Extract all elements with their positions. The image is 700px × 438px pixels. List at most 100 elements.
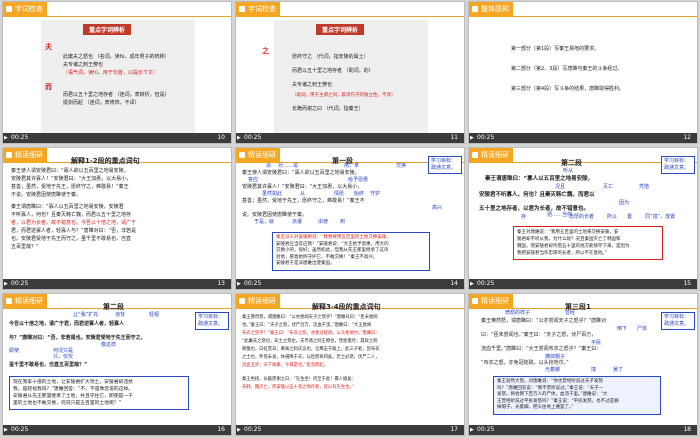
section-tab: 整体感知 bbox=[469, 2, 513, 17]
slide-duration: 00:25 bbox=[470, 279, 494, 289]
slide-number: 15 bbox=[683, 280, 691, 287]
key-char: 之 bbox=[262, 47, 269, 55]
content-panel bbox=[274, 20, 428, 142]
translation-line: 魏国，而安陵君却凭借五十里的地方能够存下来，是因为 bbox=[517, 244, 630, 249]
slide-thumbnail[interactable]: 整体感知 第一部分（第1段）写秦王易地的要求。 第二部分（第2、3段）写唐雎与秦… bbox=[468, 1, 698, 144]
slide-duration: 00:25 bbox=[470, 425, 494, 435]
translation-line: 现在我拿十倍的土地，让安陵君扩大领土，安陵君却违抗 bbox=[13, 380, 133, 385]
translation-box: 秦王派人对安陵君说：“我想要用五百里的土地交换安陵， 安陵君应当答应我！”安陵君… bbox=[272, 232, 430, 271]
slide-grid: 字词检查 重点字词辨析 夫 此庸夫之怒也 （名词，读fū，成年男子的统称） 夫专… bbox=[2, 1, 698, 437]
gloss-note: 存 bbox=[521, 214, 527, 220]
slide-thumbnail[interactable]: 精读细研 第一段 学习目标：疏通文意。 派 对……说 用，拿 交换 秦王使人谓安… bbox=[235, 147, 465, 290]
slide-footer: 00:25 14 bbox=[236, 279, 464, 289]
slide-title: 解释3-4段的重点词句 bbox=[312, 303, 381, 311]
section-tab: 精读细研 bbox=[236, 294, 280, 309]
content-panel bbox=[41, 20, 195, 142]
translation-line: 安陵君于是派唐雎出使秦国。 bbox=[276, 261, 335, 266]
gloss-note: 于是，就 bbox=[254, 219, 275, 225]
translation-box: 秦王勃然大怒，对唐雎说：“你也曾经听说过天子发怒 吗？”唐雎回答说：“我不曾听说… bbox=[493, 376, 661, 415]
gloss-note: 倒下 bbox=[617, 326, 628, 332]
gloss-note: 始终 bbox=[354, 191, 365, 197]
text-line: 而君以五十里之地存者 （助词，的） bbox=[292, 68, 374, 74]
slide-thumbnail[interactable]: 精读细研 第二段 学习目标：疏通文意。 听从 秦王谓唐雎曰：“寡人以五百里之地易… bbox=[468, 147, 698, 290]
gloss-note: 平民 bbox=[591, 340, 602, 346]
gloss-note: 灭亡 bbox=[603, 184, 614, 190]
translation-box: 现在我拿十倍的土地，让安陵君扩大领土，安陵君却违抗 我，是轻视我吗？”唐雎回答：… bbox=[9, 376, 189, 410]
section-tab: 精读细研 bbox=[3, 294, 47, 309]
learning-goal-badge: 学习目标：疏通文意。 bbox=[661, 312, 695, 330]
slide-duration: 00:25 bbox=[4, 279, 28, 289]
gloss-note: 听从 bbox=[563, 168, 574, 174]
gloss-note: 守护 bbox=[370, 191, 381, 197]
slide-footer: 00:25 10 bbox=[3, 133, 231, 143]
slide-duration: 00:25 bbox=[470, 133, 494, 143]
slide-title: 重点字词辨析 bbox=[83, 24, 132, 35]
key-char: 夫 bbox=[45, 43, 52, 51]
gloss-note: 像这样 bbox=[101, 342, 117, 348]
text-line: 也。”秦王曰：“天子之怒，伏尸百万，流血千里。”唐雎曰：“大王尝闻 bbox=[242, 323, 372, 328]
gloss-note: 高兴 bbox=[432, 205, 443, 211]
slide-duration: 00:25 bbox=[237, 133, 261, 143]
text-line: （语气词，读fú，用于句首，以提示下文） bbox=[63, 70, 158, 76]
translation-line: 发怒，将会倒下百万人的尸体，血流千里。”唐雎说：“大 bbox=[497, 392, 608, 398]
gloss-note: 交换 bbox=[396, 163, 407, 169]
section-tab: 字词检查 bbox=[236, 2, 280, 17]
slide-thumbnail[interactable]: 精读细研 解释3-4段的重点词句 秦王怫然怒，谓唐雎曰：“公亦尝闻天子之怒乎？”… bbox=[235, 293, 465, 436]
slide-footer: 00:25 11 bbox=[236, 133, 464, 143]
translation-line: 陵君却不听从我，为什么呢？况且秦国灭亡了韩国和 bbox=[517, 237, 621, 242]
text-line: 长跪而谢之曰 （代词，指秦王） bbox=[292, 106, 364, 112]
section-tab: 精读细研 bbox=[469, 294, 513, 309]
text-line: 今吾以十倍之地，请广于君，而君逆寡人者，轻寡人 bbox=[9, 321, 125, 327]
gloss-note: 虽然如此 bbox=[262, 191, 283, 197]
text-line: 安陵君其许寡人！”安陵君曰：“大王加惠，以大易小， bbox=[11, 176, 132, 182]
gloss-note: 摘掉帽子 bbox=[545, 354, 566, 360]
gloss-note: 只，仅仅 bbox=[53, 354, 74, 360]
gloss-note: 撞 bbox=[591, 367, 597, 373]
text-line: （助词，用于主谓之间，取消句子的独立性，不译） bbox=[292, 93, 396, 98]
slide-number: 11 bbox=[450, 134, 458, 141]
gloss-note: 答应 bbox=[248, 177, 259, 183]
slide-footer: 00:25 12 bbox=[469, 133, 697, 143]
gloss-note: 让“我”扩充 bbox=[73, 312, 99, 318]
slide-number: 16 bbox=[217, 426, 225, 433]
slide-duration: 00:25 bbox=[237, 425, 261, 435]
text-line: 甚善；虽然，受地于先王，愿终守之，弗敢易！”秦王不 bbox=[242, 198, 365, 204]
slide-title: 解释1-2段的重点词句 bbox=[71, 157, 140, 165]
slide-thumbnail[interactable]: 字词检查 重点字词辨析 之 愿终守之 （代词，指安陵的属土） 而君以五十里之地存… bbox=[235, 1, 465, 144]
gloss-note: 派遣 bbox=[292, 219, 303, 225]
gloss-note: 到 bbox=[340, 219, 346, 225]
gloss-note: 因为 bbox=[619, 200, 630, 206]
text-line: 夫专诸之刺王僚也 bbox=[292, 82, 333, 88]
text-line: 流血千里。”唐雎曰：“大王尝闻布衣之怒乎？”秦王曰： bbox=[481, 346, 602, 352]
text-line: 之士也，怀怒未发，休祲降于天，与臣而将四矣。若士必怒，伏尸二人， bbox=[242, 355, 380, 360]
section-tab: 字词检查 bbox=[3, 2, 47, 17]
slide-thumbnail[interactable]: 精读细研 第三段1 学习目标：疏通文意。 愤怒的样子 曾经 秦王怫然怒，谓唐雎曰… bbox=[468, 293, 698, 436]
text-line: 而君以五十里之地存者 （连词，表转折，但是） bbox=[63, 92, 170, 98]
text-line: 第三部分（第4段）写斗争的结果，唐雎取得胜利。 bbox=[511, 86, 625, 92]
text-line: 挺剑而起 （连词，表修饰，不译） bbox=[63, 100, 140, 106]
section-tab: 精读细研 bbox=[469, 148, 513, 163]
text-line: 秦王使人谓安陵君曰：“寡人欲以五百里之地易安陵， bbox=[242, 170, 360, 176]
slide-duration: 00:25 bbox=[4, 133, 28, 143]
slide-header: 整体感知 bbox=[469, 2, 697, 17]
gloss-note: 尸体 bbox=[637, 326, 648, 332]
gloss-note: 愤怒的样子 bbox=[505, 310, 531, 316]
text-line: 第二部分（第2、3段）写唐雎与秦王的斗争经过。 bbox=[511, 66, 623, 72]
learning-goal-badge: 学习目标：疏通文意。 bbox=[661, 156, 695, 174]
section-tab: 精读细研 bbox=[3, 148, 47, 163]
slide-footer: 00:25 15 bbox=[469, 279, 697, 289]
text-line: “此庸夫之怒也，非士之怒也。夫专诸之刺王僚也，彗星袭月；聂政之刺 bbox=[242, 339, 378, 344]
text-line: 五百里哉？” bbox=[11, 244, 39, 250]
slide-thumbnail[interactable]: 精读细研 解释1-2段的重点词句 秦王使人谓安陵君曰：“寡人欲以五百里之地易安陵… bbox=[2, 147, 232, 290]
slide-thumbnail[interactable]: 精读细研 第二段 学习目标：疏通文意。 让“我”扩充 违背 轻视 今吾以十倍之地… bbox=[2, 293, 232, 436]
text-line: 秦王色挠，长跪而谢之曰：“先生坐！何至于此！寡人谕矣： bbox=[242, 377, 356, 382]
text-line: 秦王怫然怒，谓唐雎曰：“公亦尝闻天子之怒乎？”唐雎对曰：“臣未尝闻 bbox=[242, 315, 378, 320]
gloss-note: 轻视 bbox=[149, 312, 160, 318]
text-line: 者，以君为长者，故不错意也。今吾以十倍之地，请广于 bbox=[11, 220, 137, 226]
text-line: 秦王使人谓安陵君曰：“寡人欲以五百里之地易安陵， bbox=[11, 168, 129, 174]
text-line: 虽千里不敢易也，岂直五百里哉？” bbox=[9, 362, 88, 368]
gloss-note: 出使 bbox=[318, 219, 329, 225]
slide-thumbnail[interactable]: 字词检查 重点字词辨析 夫 此庸夫之怒也 （名词，读fū，成年男子的统称） 夫专… bbox=[2, 1, 232, 144]
text-line: 曰：“臣未尝闻也。”秦王曰：“天子之怒，伏尸百万， bbox=[481, 332, 597, 338]
translation-line: 秦王对唐雎说：“我用五百里的土地来交换安陵，安 bbox=[517, 230, 619, 235]
